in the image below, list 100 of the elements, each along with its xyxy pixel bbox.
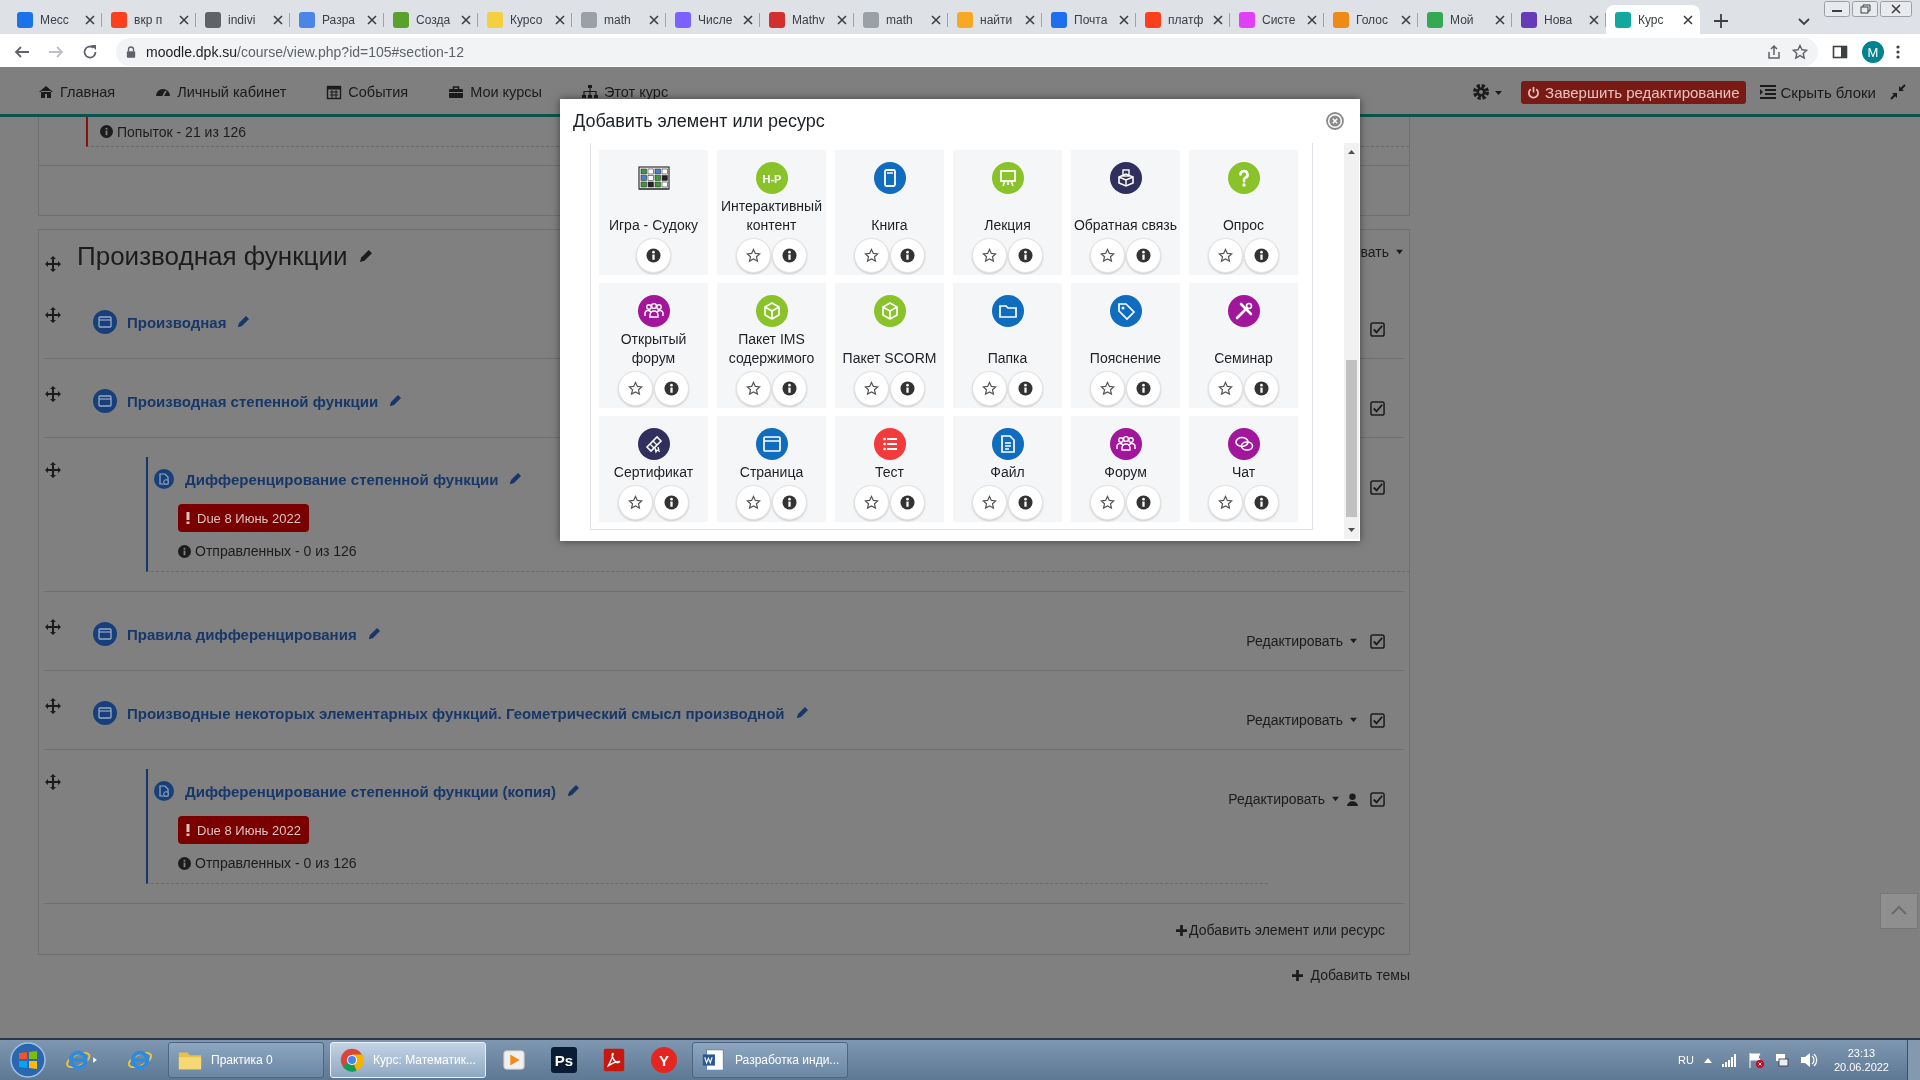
hide-blocks-button[interactable]: Скрыть блоки: [1759, 83, 1876, 101]
checkbox[interactable]: [1370, 400, 1385, 416]
pencil-icon[interactable]: [236, 315, 251, 329]
activity-card[interactable]: H-P Интерактивный контент: [717, 150, 826, 275]
share-icon[interactable]: [1766, 44, 1782, 60]
close-icon[interactable]: [837, 14, 847, 25]
info-button[interactable]: [1008, 371, 1043, 406]
info-button[interactable]: [890, 371, 925, 406]
activity-card[interactable]: Папка: [953, 283, 1062, 408]
browser-tab[interactable]: Нова: [1512, 5, 1606, 34]
info-button[interactable]: [1244, 238, 1279, 273]
activity-card[interactable]: Лекция: [953, 150, 1062, 275]
move-icon[interactable]: [45, 307, 61, 323]
close-icon[interactable]: [1401, 14, 1411, 25]
favourite-button[interactable]: [972, 238, 1007, 273]
close-window-icon[interactable]: [1880, 1, 1912, 17]
close-icon[interactable]: [1213, 14, 1223, 25]
browser-tab[interactable]: Числе: [666, 5, 760, 34]
pencil-icon[interactable]: [366, 627, 381, 641]
chevron-down-icon[interactable]: [1798, 18, 1810, 26]
activity-card[interactable]: Страница: [717, 416, 826, 522]
move-icon[interactable]: [45, 256, 61, 272]
nav-link[interactable]: Этот курс: [581, 84, 669, 100]
restore-icon[interactable]: [1852, 1, 1878, 17]
info-button[interactable]: [1008, 485, 1043, 520]
browser-tab[interactable]: Систе: [1230, 5, 1324, 34]
close-icon[interactable]: [649, 14, 659, 25]
close-icon[interactable]: [555, 14, 565, 25]
close-icon[interactable]: [179, 14, 189, 25]
activity-card[interactable]: Опрос: [1189, 150, 1298, 275]
info-button[interactable]: [1008, 238, 1043, 273]
info-button[interactable]: [636, 238, 671, 273]
activity-card[interactable]: Пакет SCORM: [835, 283, 944, 408]
activity-card[interactable]: Файл: [953, 416, 1062, 522]
browser-tab[interactable]: Мой: [1418, 5, 1512, 34]
activity-card[interactable]: Сертификат: [599, 416, 708, 522]
back-icon[interactable]: [14, 44, 30, 60]
favourite-button[interactable]: [1090, 371, 1125, 406]
favourite-button[interactable]: [854, 238, 889, 273]
activity-card[interactable]: Семинар: [1189, 283, 1298, 408]
close-icon[interactable]: [1589, 14, 1599, 25]
close-icon[interactable]: [931, 14, 941, 25]
nav-link[interactable]: События: [326, 84, 409, 100]
info-button[interactable]: [890, 485, 925, 520]
favourite-button[interactable]: [1090, 238, 1125, 273]
activity-card[interactable]: Книга: [835, 150, 944, 275]
edit-menu[interactable]: Редактировать: [1228, 791, 1340, 807]
avatar[interactable]: M: [1862, 41, 1884, 63]
pencil-icon[interactable]: [508, 472, 523, 486]
close-icon[interactable]: [1307, 14, 1317, 25]
browser-tab[interactable]: найти: [948, 5, 1042, 34]
favourite-button[interactable]: [972, 371, 1007, 406]
info-button[interactable]: [1126, 238, 1161, 273]
edit-menu[interactable]: вать: [1360, 244, 1404, 260]
favourite-button[interactable]: [736, 371, 771, 406]
close-icon[interactable]: [1495, 14, 1505, 25]
info-button[interactable]: [1244, 371, 1279, 406]
move-icon[interactable]: [45, 774, 61, 790]
edit-menu[interactable]: Редактировать: [1246, 712, 1358, 728]
browser-tab[interactable]: Курсо: [478, 5, 572, 34]
checkbox[interactable]: [1370, 321, 1385, 337]
taskbar-button[interactable]: Y: [642, 1042, 686, 1078]
browser-tab[interactable]: Голос: [1324, 5, 1418, 34]
info-button[interactable]: [654, 485, 689, 520]
activity-card[interactable]: Пакет IMS содержимого: [717, 283, 826, 408]
show-desktop-button[interactable]: [1907, 1040, 1920, 1080]
activity-card[interactable]: Тест: [835, 416, 944, 522]
close-icon[interactable]: [273, 14, 283, 25]
activity-card[interactable]: Игра - Судоку: [599, 150, 708, 275]
speaker-icon[interactable]: [1799, 1052, 1818, 1068]
browser-tab[interactable]: indivi: [196, 5, 290, 34]
info-button[interactable]: [772, 371, 807, 406]
new-tab-icon[interactable]: [1714, 14, 1728, 28]
pencil-icon[interactable]: [566, 784, 581, 798]
sidebar-icon[interactable]: [1832, 44, 1848, 60]
favourite-button[interactable]: [854, 371, 889, 406]
favourite-button[interactable]: [854, 485, 889, 520]
edit-menu[interactable]: Редактировать: [1246, 633, 1358, 649]
language-indicator[interactable]: RU: [1678, 1054, 1694, 1066]
info-button[interactable]: [1126, 371, 1161, 406]
info-button[interactable]: [890, 238, 925, 273]
info-button[interactable]: [1244, 485, 1279, 520]
move-icon[interactable]: [45, 698, 61, 714]
activity-card[interactable]: Форум: [1071, 416, 1180, 522]
info-button[interactable]: [772, 238, 807, 273]
browser-tab[interactable]: math: [572, 5, 666, 34]
checkbox[interactable]: [1370, 479, 1385, 495]
close-icon[interactable]: [743, 14, 753, 25]
browser-tab[interactable]: Разра: [290, 5, 384, 34]
browser-tab[interactable]: math: [854, 5, 948, 34]
reload-icon[interactable]: [82, 44, 98, 60]
move-icon[interactable]: [45, 386, 61, 402]
browser-tab[interactable]: Месс: [8, 5, 102, 34]
more-icon[interactable]: [1896, 44, 1900, 60]
flag-icon[interactable]: [1747, 1052, 1764, 1068]
close-icon[interactable]: [1119, 14, 1129, 25]
nav-link[interactable]: Мои курсы: [448, 84, 542, 100]
activity-card[interactable]: Чат: [1189, 416, 1298, 522]
browser-tab[interactable]: Mathv: [760, 5, 854, 34]
close-icon[interactable]: [1025, 14, 1035, 25]
